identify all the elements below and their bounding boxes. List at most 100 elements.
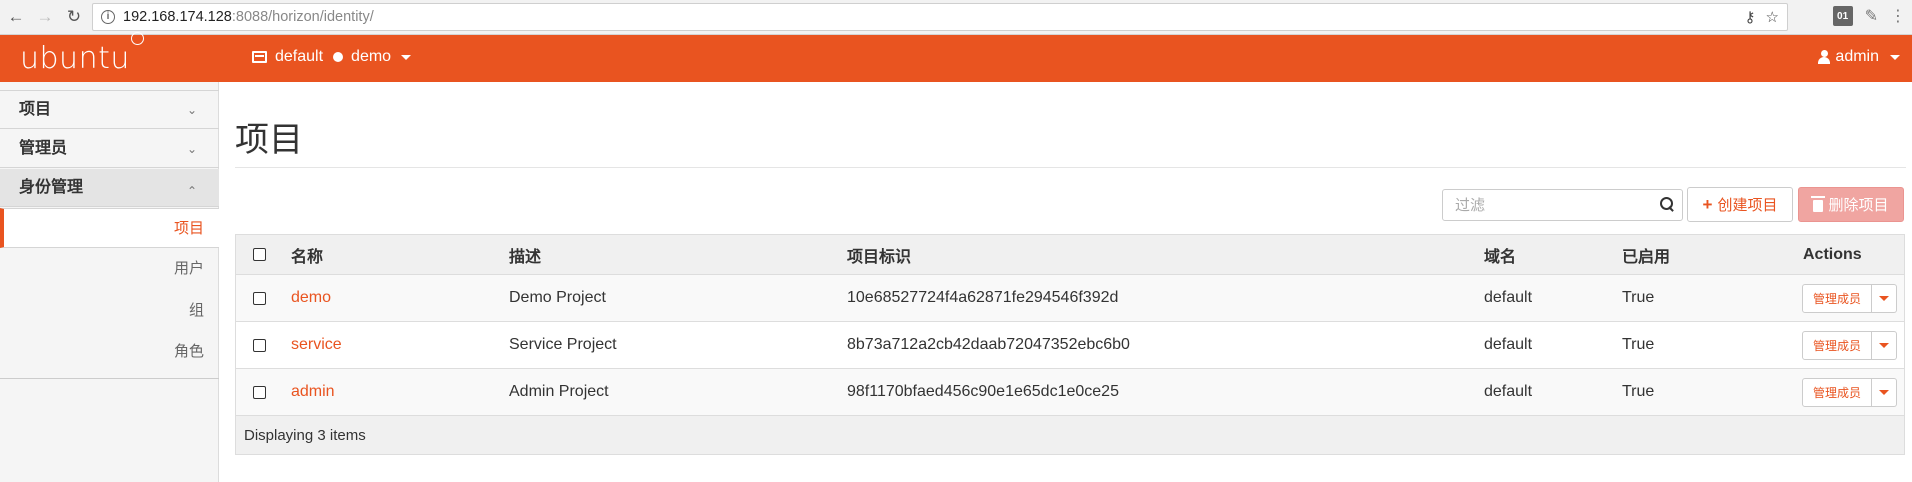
manage-members-button[interactable]: 管理成员 <box>1802 283 1873 313</box>
create-project-button[interactable]: + 创建项目 <box>1687 187 1793 222</box>
actions-dropdown-toggle[interactable] <box>1872 330 1898 360</box>
reload-icon[interactable]: ↻ <box>61 4 87 30</box>
column-header-name[interactable]: 名称 <box>291 235 323 274</box>
context-domain: default <box>275 48 324 65</box>
project-description: Service Project <box>509 336 617 353</box>
sidebar-item-roles[interactable]: 角色 <box>0 332 219 372</box>
project-name-link[interactable]: service <box>291 322 342 368</box>
user-menu[interactable]: admin <box>1818 48 1900 66</box>
chevron-down-icon: ⌄ <box>186 142 197 156</box>
sidebar-group-project[interactable]: 项目 ⌄ <box>0 91 219 129</box>
chevron-down-icon <box>1879 295 1890 301</box>
project-enabled: True <box>1622 336 1655 353</box>
page-title: 项目 <box>235 121 303 159</box>
sidebar-item-projects[interactable]: 项目 <box>0 208 219 248</box>
table-footer: Displaying 3 items <box>236 416 1904 454</box>
back-arrow-icon[interactable]: ← <box>3 4 29 30</box>
chevron-down-icon <box>1879 342 1890 348</box>
delete-projects-button[interactable]: 删除项目 <box>1798 187 1904 222</box>
sidebar-group-label: 身份管理 <box>19 179 84 196</box>
chevron-down-icon <box>1890 54 1900 60</box>
site-info-icon[interactable]: i <box>101 10 115 24</box>
project-domain: default <box>1484 336 1533 353</box>
actions-dropdown-toggle[interactable] <box>1872 283 1898 313</box>
logo-text: ubuntu <box>20 41 130 76</box>
column-header-project-id[interactable]: 项目标识 <box>847 235 911 274</box>
sidebar-divider <box>0 378 219 379</box>
table-row: admin Admin Project 98f1170bfaed456c90e1… <box>236 369 1904 416</box>
projects-table: 名称 描述 项目标识 域名 已启用 Actions demo Demo Proj… <box>235 234 1905 455</box>
filter-input[interactable] <box>1443 190 1643 220</box>
row-select-cell <box>253 275 266 321</box>
forward-arrow-icon[interactable]: → <box>32 4 58 30</box>
sidebar: 项目 ⌄ 管理员 ⌄ 身份管理 ⌃ 项目 用户 组 角色 <box>0 82 219 482</box>
url-path: :8088/horizon/identity/ <box>231 9 374 25</box>
select-all-checkbox[interactable] <box>253 248 266 261</box>
row-select-cell <box>253 322 266 368</box>
trash-icon <box>1811 195 1826 212</box>
column-header-enabled[interactable]: 已启用 <box>1622 235 1670 274</box>
row-actions: 管理成员 <box>1802 369 1898 415</box>
item-count: Displaying 3 items <box>244 426 366 444</box>
top-navbar: ubuntu default demo admin <box>0 32 1912 82</box>
user-name: admin <box>1835 48 1879 65</box>
sidebar-group-label: 管理员 <box>19 140 68 157</box>
search-icon[interactable] <box>1660 197 1674 211</box>
project-description: Admin Project <box>509 383 609 400</box>
user-icon <box>1818 50 1831 64</box>
project-id: 98f1170bfaed456c90e1e65dc1e0ce25 <box>847 383 1119 400</box>
project-domain: default <box>1484 383 1533 400</box>
actions-button-group: 管理成员 <box>1802 377 1898 407</box>
column-header-actions: Actions <box>1803 245 1862 263</box>
project-id: 10e68527724f4a62871fe294546f392d <box>847 289 1119 306</box>
project-enabled: True <box>1622 289 1655 306</box>
key-icon[interactable]: ⚷ <box>1745 8 1756 26</box>
actions-button-group: 管理成员 <box>1802 330 1898 360</box>
row-actions: 管理成员 <box>1802 322 1898 368</box>
column-header-description[interactable]: 描述 <box>509 235 541 274</box>
row-checkbox[interactable] <box>253 385 266 399</box>
sidebar-item-groups[interactable]: 组 <box>0 291 219 331</box>
project-name-link[interactable]: demo <box>291 275 331 321</box>
title-divider <box>235 167 1906 168</box>
table-row: service Service Project 8b73a712a2cb42da… <box>236 322 1904 369</box>
project-domain: default <box>1484 289 1533 306</box>
row-select-cell <box>253 369 266 415</box>
address-bar[interactable]: i 192.168.174.128:8088/horizon/identity/… <box>92 3 1788 31</box>
manage-members-button[interactable]: 管理成员 <box>1802 377 1873 407</box>
project-description: Demo Project <box>509 289 606 306</box>
plus-icon: + <box>1702 194 1713 214</box>
row-actions: 管理成员 <box>1802 275 1898 321</box>
extension-badge-icon[interactable]: 01 <box>1832 6 1853 26</box>
ubuntu-circle-icon <box>130 32 144 45</box>
manage-members-button[interactable]: 管理成员 <box>1802 330 1873 360</box>
project-id: 8b73a712a2cb42daab72047352ebc6b0 <box>847 336 1130 353</box>
sidebar-group-label: 项目 <box>19 101 52 118</box>
separator-dot-icon <box>333 52 344 62</box>
project-name-link[interactable]: admin <box>291 369 335 415</box>
table-row: demo Demo Project 10e68527724f4a62871fe2… <box>236 275 1904 322</box>
bookmark-star-icon[interactable]: ☆ <box>1766 8 1779 26</box>
sidebar-item-users[interactable]: 用户 <box>0 249 219 289</box>
project-context-selector[interactable]: default demo <box>252 48 412 66</box>
browser-toolbar: ← → ↻ i 192.168.174.128:8088/horizon/ide… <box>0 0 1912 35</box>
chevron-down-icon <box>401 54 412 60</box>
row-checkbox[interactable] <box>253 291 266 305</box>
chevron-up-icon: ⌃ <box>186 184 197 198</box>
browser-menu-icon[interactable]: ⋮ <box>1890 6 1906 26</box>
chevron-down-icon <box>1879 389 1890 395</box>
project-context-icon <box>252 51 267 63</box>
table-header-row: 名称 描述 项目标识 域名 已启用 Actions <box>236 235 1904 275</box>
select-all-cell <box>253 235 266 274</box>
extension-pencil-icon[interactable]: ✎ <box>1865 6 1878 26</box>
sidebar-group-admin[interactable]: 管理员 ⌄ <box>0 130 219 168</box>
filter-field[interactable] <box>1442 189 1683 221</box>
delete-projects-label: 删除项目 <box>1828 197 1889 214</box>
create-project-label: 创建项目 <box>1717 197 1778 214</box>
url-host: 192.168.174.128 <box>123 9 232 25</box>
row-checkbox[interactable] <box>253 338 266 352</box>
ubuntu-logo[interactable]: ubuntu <box>20 32 144 76</box>
column-header-domain[interactable]: 域名 <box>1484 235 1516 274</box>
sidebar-group-identity[interactable]: 身份管理 ⌃ <box>0 169 219 207</box>
actions-dropdown-toggle[interactable] <box>1872 377 1898 407</box>
